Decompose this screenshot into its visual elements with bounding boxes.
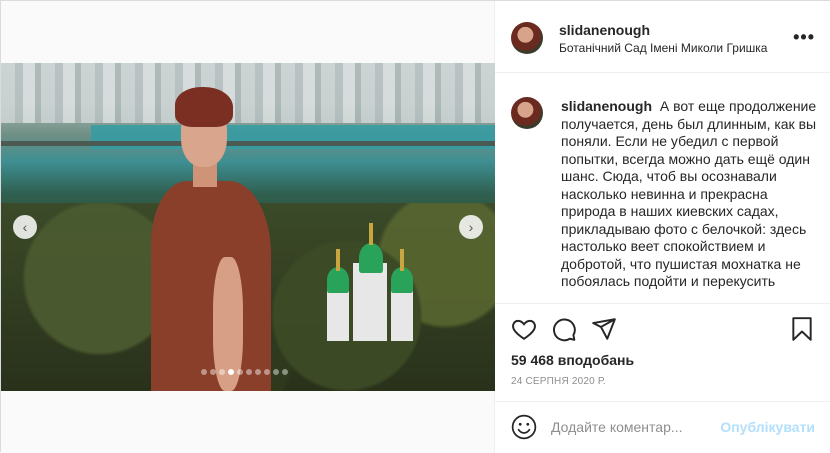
author-username-link[interactable]: slidanenough [559,22,650,38]
publish-button[interactable]: Опублікувати [720,419,815,435]
heart-icon[interactable] [511,316,537,342]
church-spire [400,249,404,271]
carousel-dot [228,369,234,375]
media-panel: ‹ › [1,1,495,453]
carousel-dot [201,369,207,375]
chevron-left-icon: ‹ [22,219,28,235]
church-spire [369,223,373,245]
carousel-dot [246,369,252,375]
photo-church [323,223,423,343]
carousel-dot [255,369,261,375]
post-date[interactable]: 24 СЕРПНЯ 2020 Р. [511,376,606,387]
avatar[interactable] [511,22,543,54]
location-link[interactable]: Ботанічний Сад Імені Миколи Гришка [559,41,767,55]
emoji-icon[interactable] [511,414,537,440]
comments-list[interactable]: slidanenough А вот еще продолжение получ… [495,74,830,302]
post-details-panel: slidanenough Ботанічний Сад Імені Миколи… [495,1,830,453]
church-dome [359,243,383,273]
carousel-indicator [201,369,288,375]
post-container: ‹ › slidanenough Ботанічний Сад Імені Ми… [0,0,830,453]
bookmark-icon[interactable] [789,316,815,342]
carousel-dot [237,369,243,375]
comment-icon[interactable] [551,316,577,342]
more-options-icon[interactable]: ••• [793,27,815,48]
post-photo[interactable] [1,63,495,391]
add-comment-bar: Опублікувати [495,401,830,453]
caption-username-link[interactable]: slidanenough [561,98,652,114]
person-hair [175,87,233,127]
carousel-dot [210,369,216,375]
chevron-right-icon: › [468,219,474,235]
avatar[interactable] [511,97,543,129]
person-shirt [151,181,271,391]
church-tower [353,263,387,341]
share-icon[interactable] [591,316,617,342]
carousel-dot [264,369,270,375]
post-header: slidanenough Ботанічний Сад Імені Миколи… [495,1,830,73]
carousel-prev-button[interactable]: ‹ [13,215,37,239]
post-actions: 59 468 вподобань 24 СЕРПНЯ 2020 Р. [495,303,830,403]
caption-text: А вот еще продолжение получается, день б… [561,98,817,289]
comment-input[interactable] [551,416,721,438]
photo-person [151,87,271,391]
carousel-next-button[interactable]: › [459,215,483,239]
likes-count[interactable]: 59 468 вподобань [511,352,634,368]
carousel-dot [273,369,279,375]
carousel-dot [282,369,288,375]
caption: slidanenough А вот еще продолжение получ… [561,98,817,291]
carousel-dot [219,369,225,375]
church-spire [336,249,340,271]
